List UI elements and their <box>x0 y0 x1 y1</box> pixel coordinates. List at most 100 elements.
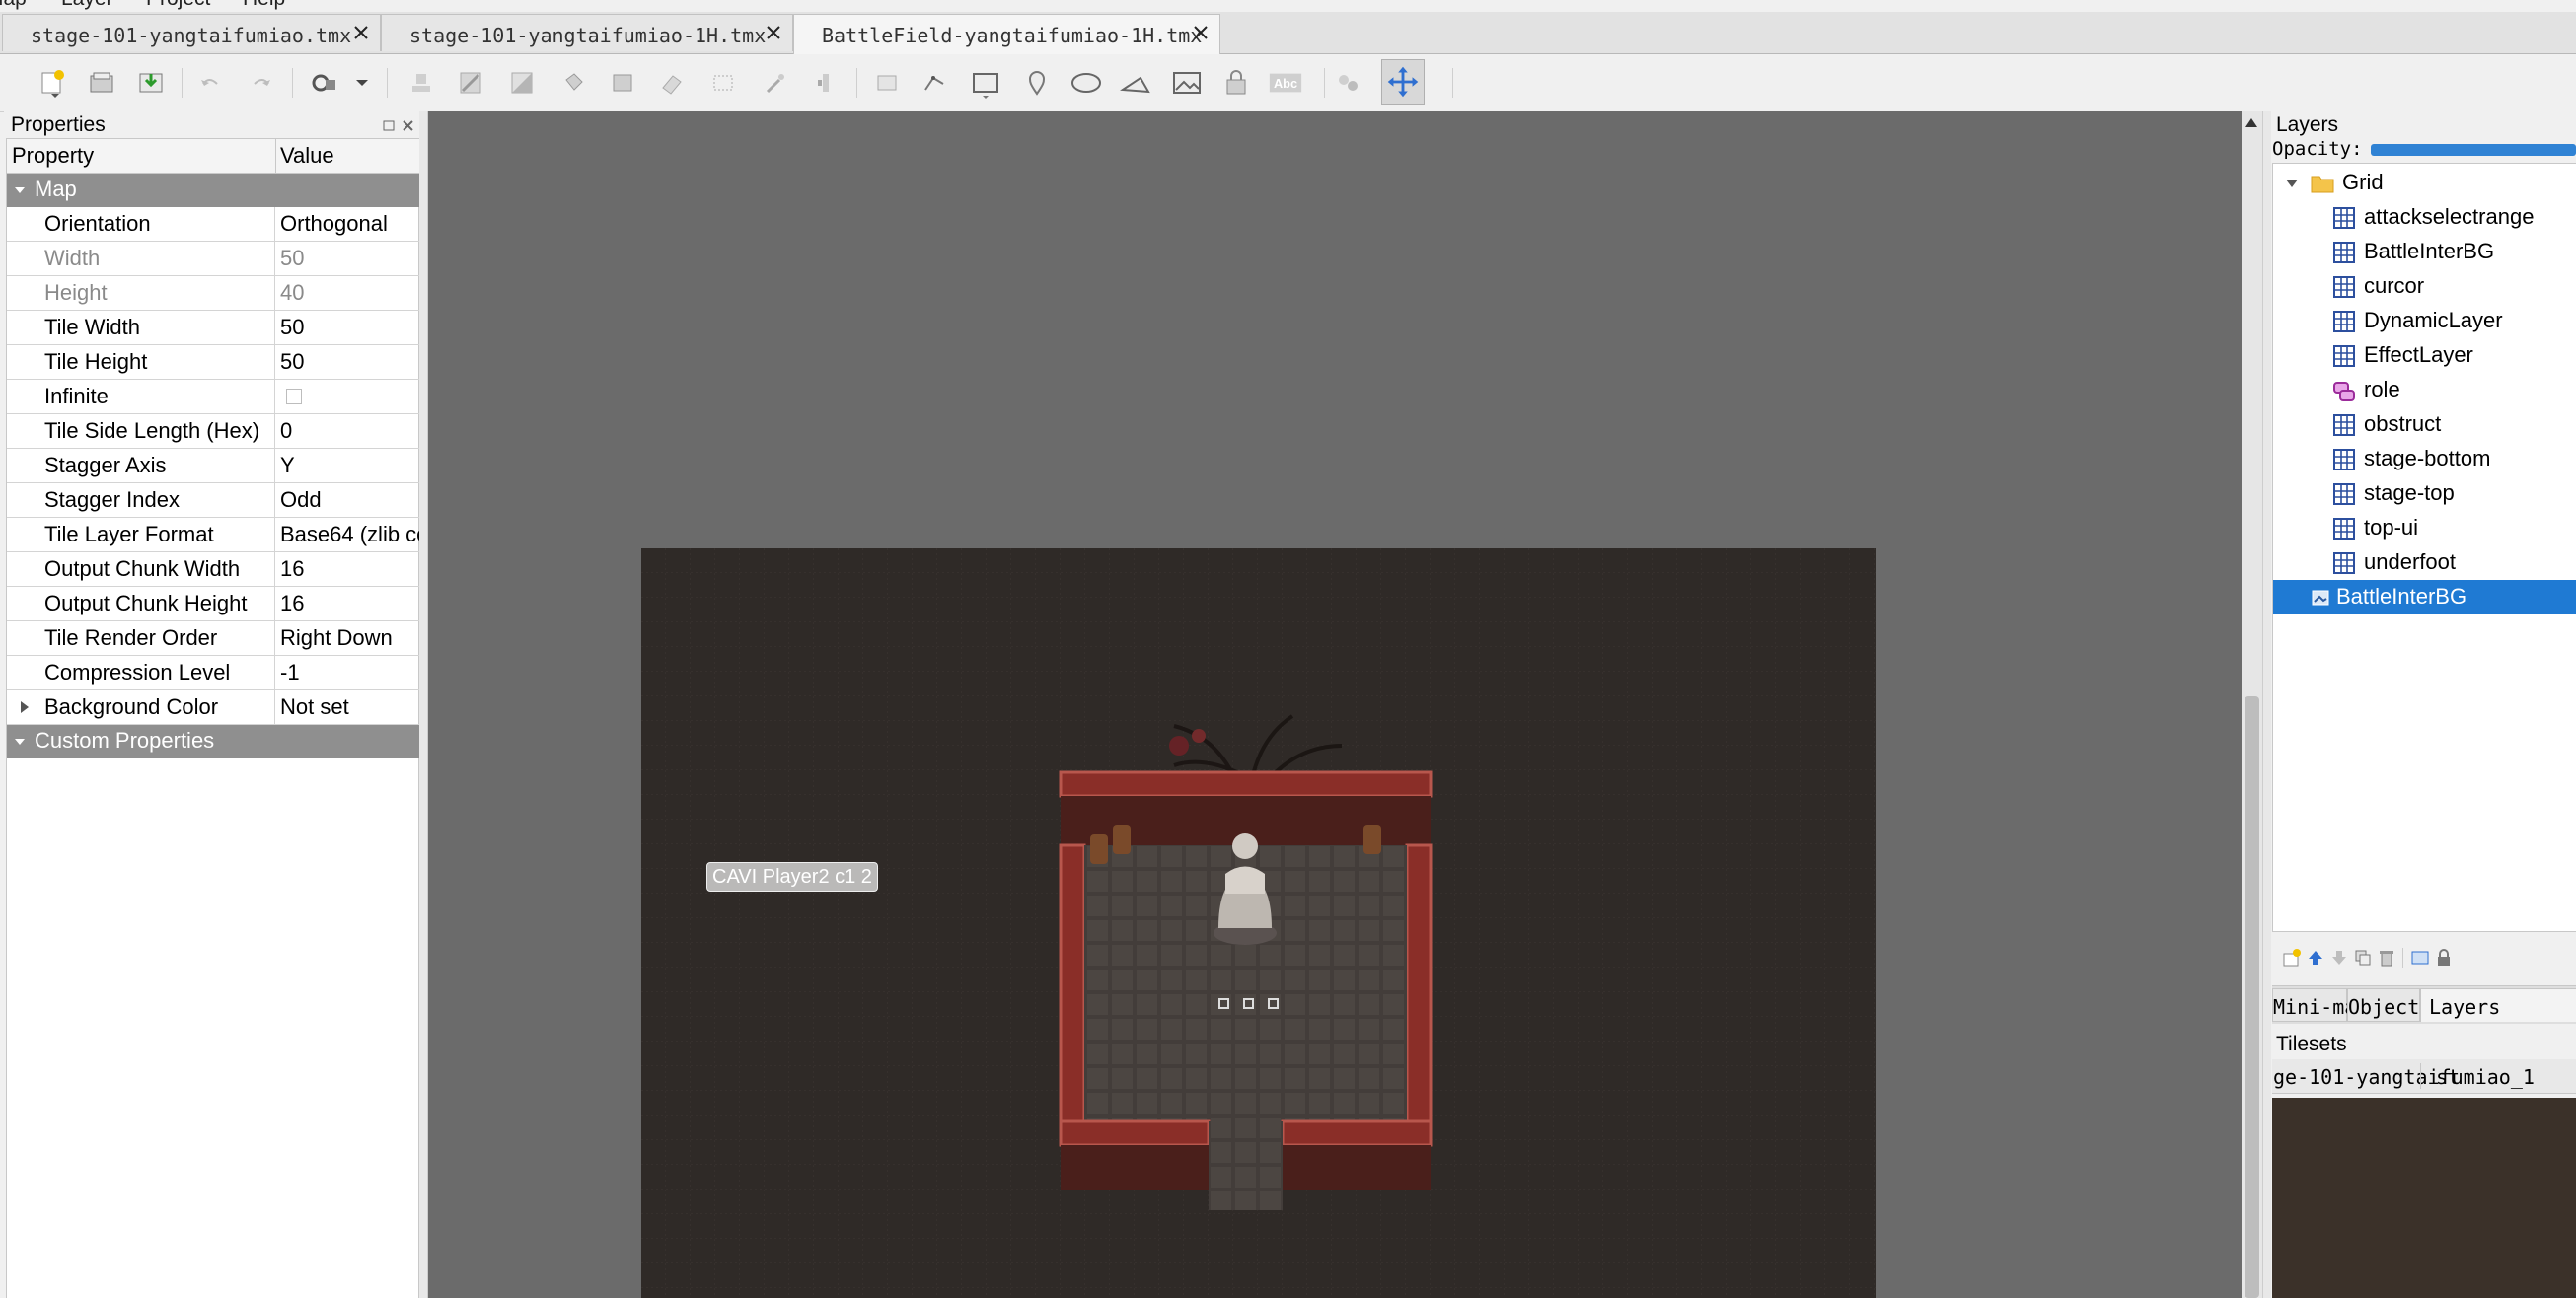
menu-help[interactable]: Help <box>243 0 285 11</box>
select-same-tile-icon[interactable] <box>809 66 843 100</box>
highlight-layer-icon[interactable] <box>2410 948 2430 968</box>
property-row[interactable]: Output Chunk Width 16 <box>7 552 420 587</box>
property-value[interactable]: 50 <box>280 349 420 375</box>
layer-item[interactable]: role <box>2273 373 2576 407</box>
property-row[interactable]: Stagger Axis Y <box>7 449 420 483</box>
scroll-up-icon[interactable] <box>2245 117 2258 129</box>
right-splitter[interactable] <box>2262 111 2271 1298</box>
tab-layers[interactable]: Layers <box>2420 988 2576 1022</box>
tab-stage-101-1h[interactable]: stage-101-yangtaifumiao-1H.tmx <box>381 14 793 51</box>
tab-objects[interactable]: Objects <box>2347 988 2431 1022</box>
left-splitter[interactable] <box>419 111 428 1298</box>
object-name-label[interactable]: CAVI Player2 c1 2 <box>706 862 878 892</box>
select-objects-icon[interactable] <box>870 66 904 100</box>
property-row[interactable]: Tile Width 50 <box>7 311 420 345</box>
layer-item[interactable]: stage-bottom <box>2273 442 2576 476</box>
delete-layer-icon[interactable] <box>2377 948 2396 968</box>
property-row[interactable]: Stagger Index Odd <box>7 483 420 518</box>
tileset-tab[interactable]: ge-101-yangtaifumiao_1 <box>2273 1065 2535 1089</box>
stamp-brush-icon[interactable] <box>405 66 438 100</box>
magic-wand-icon[interactable] <box>758 66 791 100</box>
layer-item[interactable]: underfoot <box>2273 545 2576 580</box>
menu-project[interactable]: Project <box>146 0 210 11</box>
property-value[interactable]: Odd <box>280 487 420 513</box>
property-row[interactable]: Width 50 <box>7 242 420 276</box>
property-value[interactable]: Base64 (zlib co <box>280 522 420 547</box>
tab-mini-map[interactable]: Mini-map <box>2272 988 2368 1022</box>
close-icon[interactable] <box>348 20 374 45</box>
close-icon[interactable] <box>761 20 786 45</box>
eraser-icon[interactable] <box>655 66 689 100</box>
layer-item-selected[interactable]: BattleInterBG <box>2273 580 2576 614</box>
insert-ellipse-icon[interactable] <box>1069 66 1103 100</box>
layer-item[interactable]: stage-top <box>2273 476 2576 511</box>
expand-icon[interactable] <box>19 700 31 714</box>
random-mode-icon[interactable] <box>1332 66 1365 100</box>
layer-item[interactable]: DynamicLayer <box>2273 304 2576 338</box>
tileset-tab[interactable]: st <box>2436 1065 2460 1089</box>
insert-tile-icon[interactable] <box>1170 66 1204 100</box>
property-row[interactable]: Tile Layer Format Base64 (zlib co <box>7 518 420 552</box>
property-value[interactable]: 50 <box>280 246 420 271</box>
bucket-fill-icon[interactable] <box>556 66 590 100</box>
layer-group-grid[interactable]: Grid <box>2273 166 2576 200</box>
world-tool-icon[interactable] <box>1381 59 1425 105</box>
property-value[interactable]: Y <box>280 453 420 478</box>
menu-layer[interactable]: Layer <box>61 0 113 11</box>
open-icon[interactable] <box>85 66 118 100</box>
property-row[interactable]: Orientation Orthogonal <box>7 207 420 242</box>
layer-item[interactable]: attackselectrange <box>2273 200 2576 235</box>
property-row[interactable]: Tile Render Order Right Down <box>7 621 420 656</box>
infinite-checkbox[interactable] <box>286 389 302 404</box>
property-row[interactable]: Compression Level -1 <box>7 656 420 690</box>
property-value[interactable]: -1 <box>280 660 420 685</box>
map-canvas[interactable] <box>641 548 1876 1298</box>
property-value[interactable]: 16 <box>280 556 420 582</box>
raise-layer-icon[interactable] <box>2306 948 2325 968</box>
terrain-brush-icon[interactable] <box>454 66 487 100</box>
undo-icon[interactable] <box>193 66 227 100</box>
collapse-icon[interactable] <box>14 184 26 196</box>
layer-item[interactable]: curcor <box>2273 269 2576 304</box>
save-icon[interactable] <box>134 66 168 100</box>
insert-polygon-icon[interactable] <box>1119 66 1152 100</box>
group-custom-properties[interactable]: Custom Properties <box>7 725 420 758</box>
layer-item[interactable]: top-ui <box>2273 511 2576 545</box>
opacity-slider[interactable] <box>2371 144 2576 156</box>
insert-template-icon[interactable] <box>1219 66 1253 100</box>
collapse-icon[interactable] <box>2285 178 2299 189</box>
property-value[interactable]: Right Down <box>280 625 420 651</box>
close-icon[interactable] <box>1188 20 1214 45</box>
layer-item[interactable]: EffectLayer <box>2273 338 2576 373</box>
collapse-icon[interactable] <box>14 736 26 748</box>
lock-icon[interactable] <box>2434 948 2454 968</box>
tileset-preview[interactable] <box>2272 1098 2576 1298</box>
layer-item[interactable]: BattleInterBG <box>2273 235 2576 269</box>
tab-battlefield-1h[interactable]: BattleField-yangtaifumiao-1H.tmx <box>793 14 1220 54</box>
edit-polygons-icon[interactable] <box>918 66 951 100</box>
lower-layer-icon[interactable] <box>2329 948 2349 968</box>
property-value[interactable]: Not set <box>280 694 420 720</box>
property-value[interactable]: Orthogonal <box>280 211 420 237</box>
chevron-down-icon[interactable] <box>345 66 368 100</box>
scrollbar-thumb[interactable] <box>2245 696 2259 1298</box>
tab-stage-101[interactable]: stage-101-yangtaifumiao.tmx <box>2 14 381 51</box>
property-value[interactable]: 16 <box>280 591 420 616</box>
insert-point-icon[interactable] <box>1020 66 1054 100</box>
insert-text-icon[interactable]: Abc <box>1269 66 1308 100</box>
new-layer-icon[interactable] <box>2282 948 2302 968</box>
menu-map[interactable]: Map <box>0 0 27 11</box>
property-row[interactable]: Tile Side Length (Hex) 0 <box>7 414 420 449</box>
property-value[interactable]: 50 <box>280 315 420 340</box>
property-row[interactable]: Output Chunk Height 16 <box>7 587 420 621</box>
wang-brush-icon[interactable] <box>505 66 539 100</box>
new-map-icon[interactable] <box>36 66 69 100</box>
property-row[interactable]: Infinite <box>7 380 420 414</box>
duplicate-layer-icon[interactable] <box>2353 948 2373 968</box>
command-button-icon[interactable] <box>308 66 341 100</box>
shape-fill-icon[interactable] <box>606 66 639 100</box>
property-value[interactable]: 0 <box>280 418 420 444</box>
layer-item[interactable]: obstruct <box>2273 407 2576 442</box>
property-row[interactable]: Background Color Not set <box>7 690 420 725</box>
map-vertical-scrollbar[interactable] <box>2242 111 2262 1298</box>
